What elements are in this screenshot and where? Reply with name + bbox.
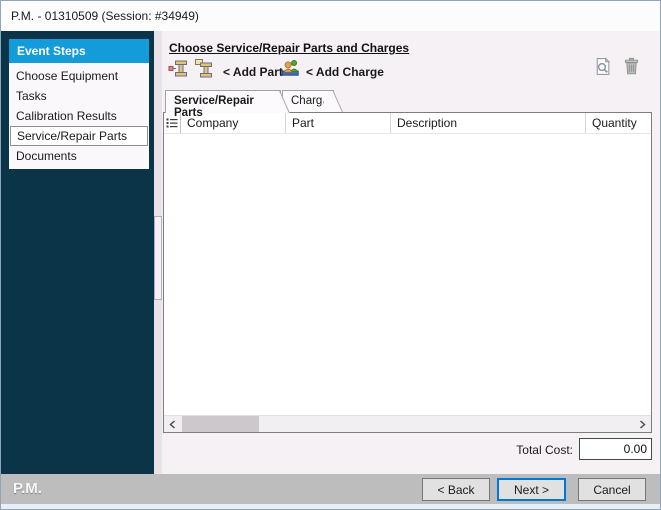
sidebar: Event Steps Choose Equipment Tasks Calib… (1, 31, 154, 474)
preview-button[interactable] (593, 57, 612, 76)
sidebar-item-tasks[interactable]: Tasks (9, 86, 149, 106)
chevron-left-icon (169, 420, 176, 429)
scrollbar-thumb[interactable] (182, 416, 259, 432)
horizontal-scrollbar[interactable] (164, 415, 651, 432)
add-charge-button[interactable]: < Add Charge (306, 65, 384, 79)
add-charge-icon (281, 58, 300, 77)
next-button[interactable]: Next > (497, 478, 566, 501)
sidebar-item-service-repair-parts[interactable]: Service/Repair Parts (10, 126, 148, 146)
document-magnifier-icon (593, 57, 612, 76)
cancel-button[interactable]: Cancel (578, 478, 646, 501)
machine-part-icon (168, 58, 189, 79)
tab-charges[interactable]: Charges (282, 90, 334, 112)
column-header-part[interactable]: Part (286, 113, 391, 133)
parts-table: Company Part Description Quantity (163, 112, 652, 433)
back-button[interactable]: < Back (422, 478, 490, 501)
column-header-description[interactable]: Description (391, 113, 586, 133)
event-steps-list: Choose Equipment Tasks Calibration Resul… (9, 63, 149, 166)
pm-brand-label: P.M. (13, 474, 42, 504)
machine-part-plus-icon (194, 58, 215, 79)
window-resize-edge (1, 504, 660, 510)
table-header-row: Company Part Description Quantity (164, 113, 651, 134)
trash-icon (623, 57, 640, 76)
chevron-right-icon (639, 420, 646, 429)
charge-button[interactable] (281, 58, 300, 77)
scroll-right-button[interactable] (634, 416, 651, 432)
sidebar-item-choose-equipment[interactable]: Choose Equipment (9, 66, 149, 86)
sidebar-item-calibration-results[interactable]: Calibration Results (9, 106, 149, 126)
total-cost-input[interactable] (579, 438, 652, 460)
pm-wizard-window: P.M. - 01310509 (Session: #34949) Event … (0, 0, 661, 510)
event-steps-header: Event Steps (9, 39, 149, 63)
side-scrollbar-thumb[interactable] (154, 216, 162, 300)
footer-bar: P.M. < Back Next > Cancel (1, 474, 660, 504)
part-button-b[interactable] (194, 58, 215, 79)
tab-service-repair-parts[interactable]: Service/Repair Parts (165, 90, 281, 113)
table-body-empty (164, 134, 651, 399)
total-cost-label: Total Cost: (441, 443, 573, 457)
column-header-quantity[interactable]: Quantity (586, 113, 651, 133)
add-part-button[interactable]: < Add Part (223, 65, 283, 79)
side-scrollbar[interactable] (154, 31, 162, 474)
delete-button[interactable] (623, 57, 640, 76)
part-button-a[interactable] (168, 58, 189, 79)
scroll-left-button[interactable] (164, 416, 181, 432)
page-title: Choose Service/Repair Parts and Charges (169, 41, 409, 55)
titlebar: P.M. - 01310509 (Session: #34949) (1, 1, 660, 31)
window-title: P.M. - 01310509 (Session: #34949) (11, 9, 199, 23)
sidebar-item-documents[interactable]: Documents (9, 146, 149, 166)
event-steps-panel: Event Steps Choose Equipment Tasks Calib… (9, 39, 149, 169)
